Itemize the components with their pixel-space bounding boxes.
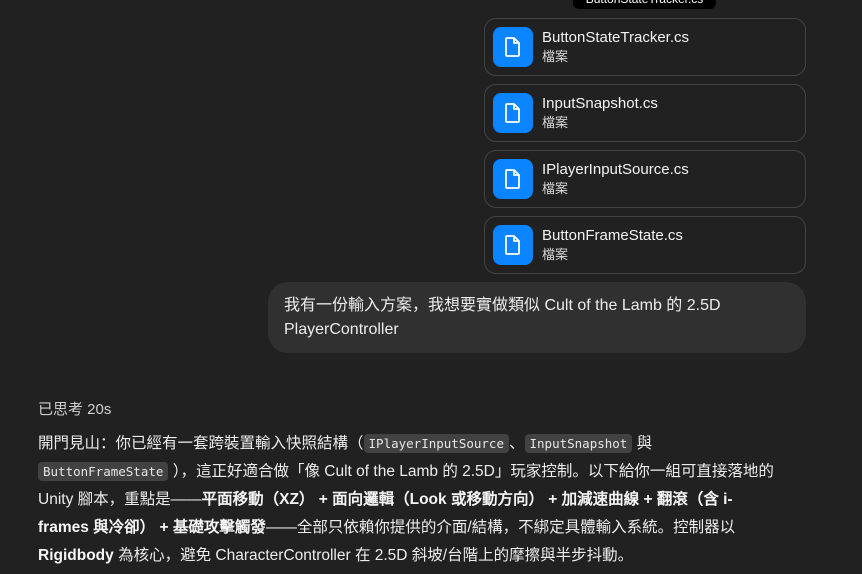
bold-text: frames 與冷卻） <box>38 519 156 536</box>
inline-code: InputSnapshot <box>524 434 633 453</box>
file-name: ButtonStateTracker.cs <box>542 29 690 46</box>
file-name: IPlayerInputSource.cs <box>542 161 689 178</box>
bold-text: 基礎攻擊觸發 <box>172 519 266 536</box>
text-run: ），這正好適合做「像 Cult of the Lamb 的 2.5D」玩家控制。… <box>172 463 774 480</box>
file-type-label: 檔案 <box>542 247 569 262</box>
bold-text: + <box>543 491 562 508</box>
user-message-line: 我有一份輸入方案，我想要實做類似 Cult of the Lamb 的 2.5D <box>284 297 721 314</box>
file-name: InputSnapshot.cs <box>542 95 658 112</box>
document-icon <box>493 27 533 67</box>
text-run: 、 <box>508 435 525 452</box>
document-icon <box>493 159 533 199</box>
document-icon <box>493 225 533 265</box>
text-run: Unity 腳本，重點是—— <box>38 491 202 508</box>
bold-text: 平面移動（XZ） <box>201 491 315 508</box>
file-name: ButtonFrameState.cs <box>542 227 683 244</box>
file-type-label: 檔案 <box>542 181 569 196</box>
bold-text: 加減速曲線 <box>561 491 640 508</box>
user-message-line: PlayerController <box>284 321 399 338</box>
file-attachment-card[interactable]: InputSnapshot.cs 檔案 <box>484 84 806 142</box>
document-icon <box>493 93 533 133</box>
file-type-label: 檔案 <box>542 49 569 64</box>
text-run: 與 <box>636 435 653 452</box>
text-run: 開門見山：你已經有一套跨裝置輸入快照結構（ <box>38 435 364 452</box>
file-type-label: 檔案 <box>542 115 569 130</box>
file-attachment-card[interactable]: IPlayerInputSource.cs 檔案 <box>484 150 806 208</box>
inline-code: IPlayerInputSource <box>363 434 509 453</box>
file-attachment-card[interactable]: ButtonFrameState.cs 檔案 <box>484 216 806 274</box>
file-attachment-card[interactable]: ButtonStateTracker.cs 檔案 <box>484 18 806 76</box>
user-message-bubble: 我有一份輸入方案，我想要實做類似 Cult of the Lamb 的 2.5D… <box>268 282 806 353</box>
bold-text: + <box>639 491 657 508</box>
bold-text: 翻滾（含 i- <box>656 491 733 508</box>
assistant-message: 開門見山：你已經有一套跨裝置輸入快照結構（ IPlayerInputSource、… <box>38 430 818 570</box>
bold-text: Rigidbody <box>38 547 114 564</box>
bold-text: 面向邏輯（Look 或移動方向） <box>332 491 544 508</box>
thought-duration-toggle[interactable]: 已思考 20s <box>38 400 111 420</box>
bold-text: + <box>314 491 333 508</box>
text-run: 為核心，避免 CharacterController 在 2.5D 斜坡/台階上… <box>113 547 634 564</box>
bold-text: + <box>155 519 173 536</box>
file-name-tooltip: ButtonStateTracker.cs <box>573 0 716 9</box>
attached-files-list: ButtonStateTracker.cs 檔案 InputSnapshot.c… <box>484 18 806 282</box>
text-run: ——全部只依賴你提供的介面/結構，不綁定具體輸入系統。控制器以 <box>265 519 736 536</box>
inline-code: ButtonFrameState <box>38 462 169 481</box>
